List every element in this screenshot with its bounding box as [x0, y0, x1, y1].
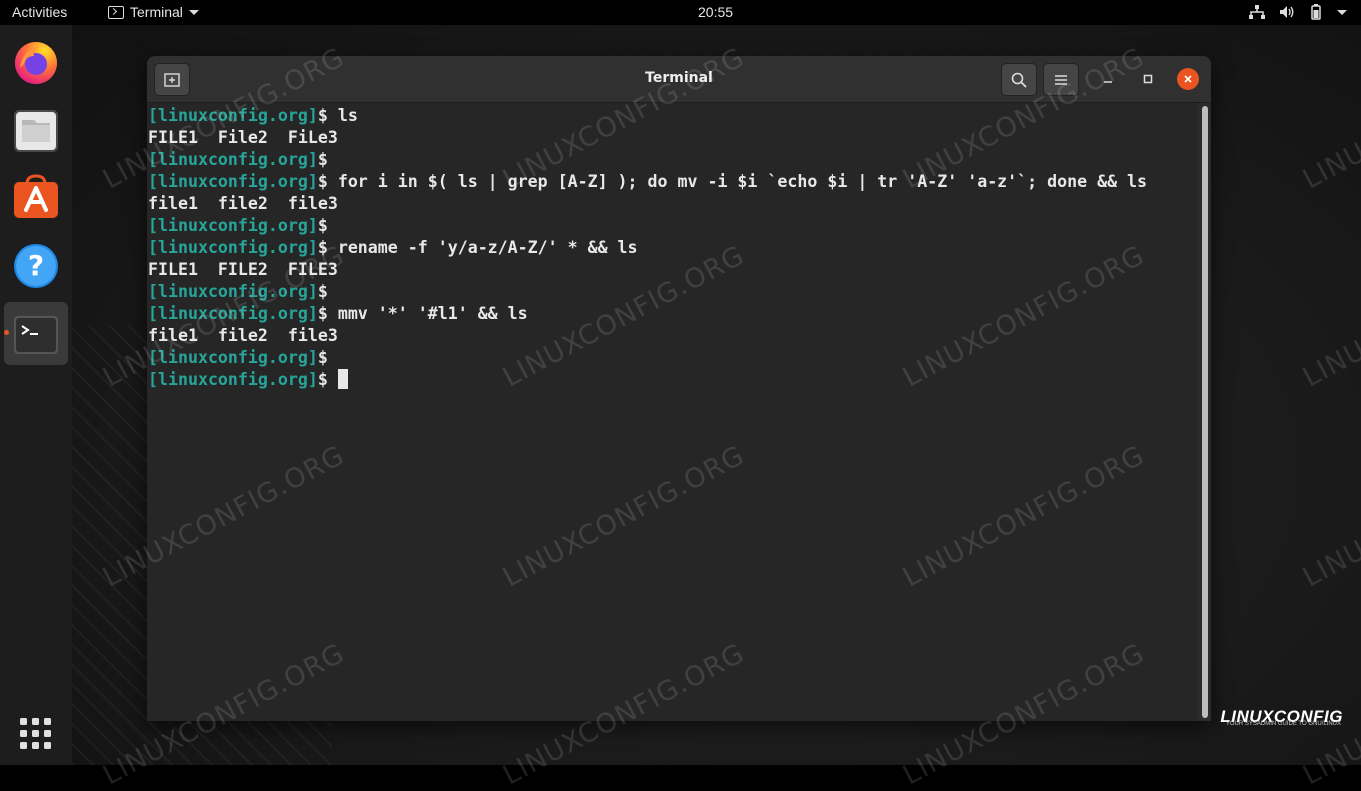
activities-button[interactable]: Activities: [12, 4, 67, 20]
chevron-down-icon: [1337, 9, 1347, 15]
help-icon[interactable]: ?: [12, 242, 60, 290]
terminal-window: Terminal [linuxconfig.org]$ ls FILE1 File…: [147, 56, 1211, 721]
shell-command: $ mmv '*' '#l1' && ls: [317, 304, 528, 323]
terminal-line: [linuxconfig.org]$ rename -f 'y/a-z/A-Z/…: [148, 237, 1198, 259]
minimize-icon: [1104, 81, 1112, 83]
shell-command: $: [317, 216, 328, 235]
command-output: file1 file2 file3: [148, 326, 338, 345]
shell-command: $ ls: [317, 106, 358, 125]
minimize-button[interactable]: [1097, 68, 1119, 90]
terminal-line: FILE1 FILE2 FILE3: [148, 259, 1198, 281]
terminal-output[interactable]: [linuxconfig.org]$ ls FILE1 File2 FiLe3 [l…: [147, 103, 1198, 721]
shell-command: $: [317, 370, 338, 389]
shell-command: $: [317, 150, 328, 169]
firefox-icon[interactable]: [12, 38, 60, 86]
maximize-icon: [1143, 74, 1153, 84]
search-icon: [1011, 72, 1027, 88]
volume-icon: [1280, 6, 1294, 18]
chevron-down-icon: [188, 9, 199, 15]
top-bar: Activities Terminal 20:55: [0, 0, 1361, 25]
shell-prompt: [linuxconfig.org]: [148, 348, 318, 367]
shell-command: $ for i in $( ls | grep [A-Z] ); do mv -…: [317, 172, 1148, 191]
terminal-icon: [108, 5, 124, 19]
shell-prompt: [linuxconfig.org]: [148, 304, 318, 323]
close-button[interactable]: [1177, 68, 1199, 90]
shell-prompt: [linuxconfig.org]: [148, 216, 318, 235]
dock: ?: [0, 25, 72, 765]
command-output: FILE1 File2 FiLe3: [148, 128, 338, 147]
text-cursor: [337, 369, 348, 389]
ubuntu-software-icon[interactable]: [12, 174, 60, 222]
app-menu[interactable]: Terminal: [108, 4, 199, 20]
terminal-line: [linuxconfig.org]$ mmv '*' '#l1' && ls: [148, 303, 1198, 325]
terminal-icon[interactable]: [12, 310, 60, 358]
app-menu-label: Terminal: [130, 4, 183, 20]
battery-icon: [1311, 4, 1321, 20]
terminal-line: file1 file2 file3: [148, 193, 1198, 215]
shell-command: $ rename -f 'y/a-z/A-Z/' * && ls: [317, 238, 638, 257]
hamburger-icon: [1055, 74, 1067, 85]
show-applications-button[interactable]: [12, 712, 60, 760]
files-icon[interactable]: [12, 106, 60, 154]
terminal-line: file1 file2 file3: [148, 325, 1198, 347]
maximize-button[interactable]: [1137, 68, 1159, 90]
shell-prompt: [linuxconfig.org]: [148, 370, 318, 389]
shell-prompt: [linuxconfig.org]: [148, 282, 318, 301]
system-tray[interactable]: [1249, 4, 1347, 20]
terminal-line: [linuxconfig.org]$: [148, 281, 1198, 303]
scrollbar[interactable]: [1202, 106, 1208, 718]
terminal-line: [linuxconfig.org]$ for i in $( ls | grep…: [148, 171, 1198, 193]
terminal-line: [linuxconfig.org]$ ls: [148, 105, 1198, 127]
title-bar[interactable]: Terminal: [147, 56, 1211, 103]
terminal-line: [linuxconfig.org]$: [148, 347, 1198, 369]
shell-prompt: [linuxconfig.org]: [148, 238, 318, 257]
terminal-line: [linuxconfig.org]$: [148, 369, 1198, 391]
grid-icon: [20, 718, 51, 749]
shell-prompt: [linuxconfig.org]: [148, 172, 318, 191]
shell-prompt: [linuxconfig.org]: [148, 150, 318, 169]
network-icon: [1249, 5, 1265, 19]
command-output: FILE1 FILE2 FILE3: [148, 260, 338, 279]
terminal-line: [linuxconfig.org]$: [148, 149, 1198, 171]
shell-prompt: [linuxconfig.org]: [148, 106, 318, 125]
svg-text:?: ?: [28, 249, 44, 282]
shell-command: $: [317, 282, 328, 301]
menu-button[interactable]: [1043, 63, 1079, 96]
command-output: file1 file2 file3: [148, 194, 338, 213]
linuxconfig-logo-subtitle: YOUR SYSADMIN GUIDE TO GNU/LINUX: [1225, 721, 1341, 727]
clock[interactable]: 20:55: [698, 4, 733, 20]
close-icon: [1184, 75, 1192, 83]
terminal-line: [linuxconfig.org]$: [148, 215, 1198, 237]
shell-command: $: [317, 348, 328, 367]
running-indicator: [4, 330, 9, 335]
terminal-line: FILE1 File2 FiLe3: [148, 127, 1198, 149]
search-button[interactable]: [1001, 63, 1037, 96]
